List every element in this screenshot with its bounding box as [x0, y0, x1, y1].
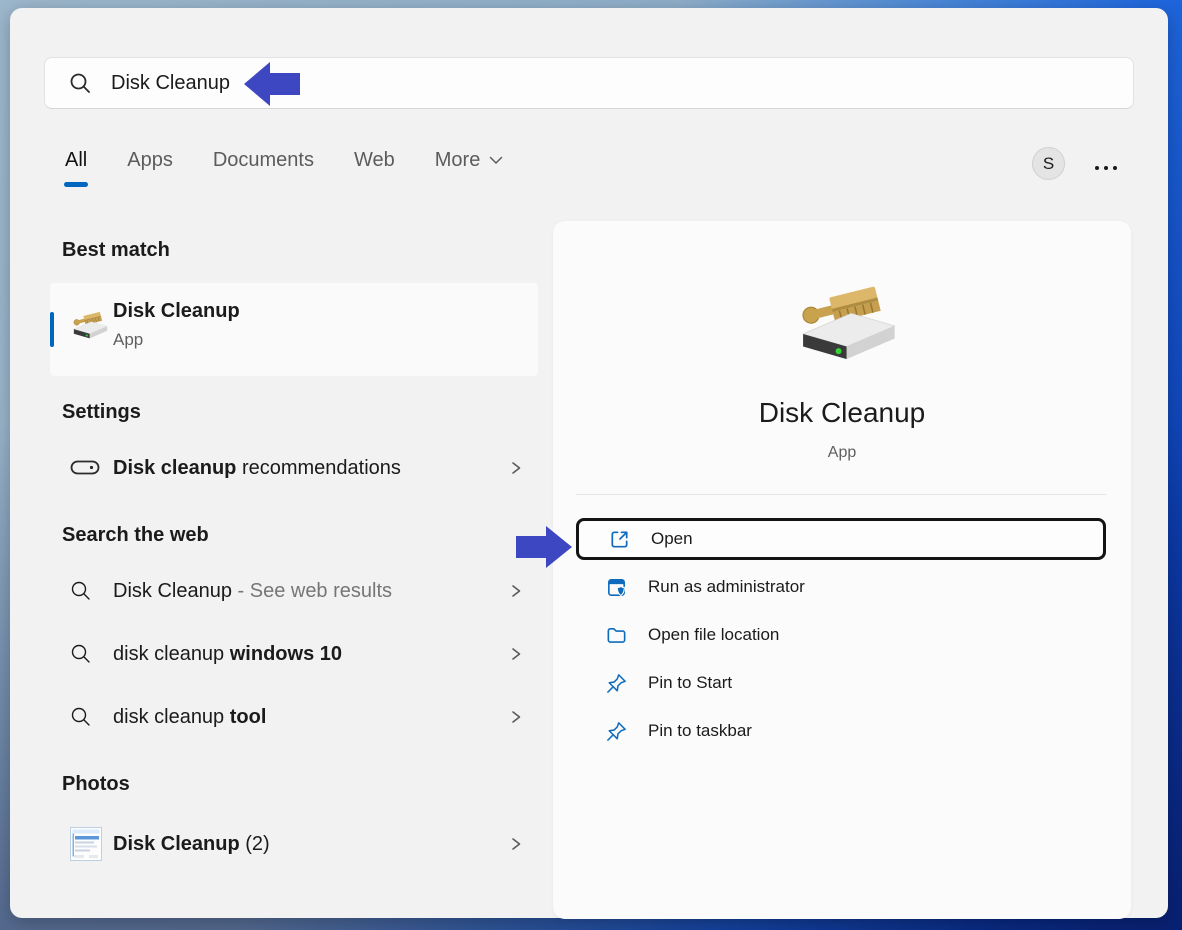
result-text: Disk Cleanup (2)	[113, 833, 270, 856]
photos-heading: Photos	[62, 773, 130, 796]
action-label: Run as administrator	[648, 577, 805, 597]
pin-icon	[605, 672, 648, 695]
action-open-file-location[interactable]: Open file location	[576, 614, 1106, 656]
divider	[576, 494, 1106, 495]
result-text: Disk cleanup recommendations	[113, 457, 401, 480]
disk-cleanup-app-icon-large	[787, 279, 897, 371]
result-text-muted: - See web results	[232, 580, 392, 602]
action-label: Open	[651, 529, 693, 549]
open-external-icon	[608, 528, 651, 551]
search-panel: All Apps Documents Web More S Best match	[10, 8, 1168, 918]
chevron-right-icon	[510, 584, 522, 598]
search-input[interactable]	[109, 71, 413, 96]
best-match-title: Disk Cleanup	[113, 300, 240, 323]
tab-more-label: More	[435, 149, 481, 172]
action-label: Pin to taskbar	[648, 721, 752, 741]
result-text-bold: Disk cleanup	[113, 457, 236, 479]
chevron-down-icon	[489, 156, 503, 165]
web-suggestion-windows-10[interactable]: disk cleanup windows 10	[50, 632, 538, 676]
result-preview-pane: Disk Cleanup App Open	[553, 221, 1131, 919]
result-text: disk cleanup windows 10	[113, 643, 342, 666]
action-list: Open Run as administrator	[576, 518, 1106, 758]
avatar-letter: S	[1043, 154, 1054, 174]
search-box[interactable]	[44, 57, 1134, 109]
settings-heading: Settings	[62, 401, 141, 424]
more-options-icon[interactable]	[1095, 166, 1117, 170]
action-label: Pin to Start	[648, 673, 732, 693]
tab-all[interactable]: All	[65, 149, 87, 187]
filter-tabs: All Apps Documents Web More	[65, 149, 503, 187]
best-match-subtitle: App	[113, 330, 143, 350]
result-text-bold: windows 10	[230, 643, 342, 665]
preview-title: Disk Cleanup	[553, 397, 1131, 429]
result-text-rest: recommendations	[236, 457, 401, 479]
chevron-right-icon	[510, 837, 522, 851]
web-suggestion-see-web-results[interactable]: Disk Cleanup - See web results	[50, 569, 538, 613]
action-open[interactable]: Open	[576, 518, 1106, 560]
result-text-lead: Disk Cleanup	[113, 580, 232, 602]
settings-result-disk-cleanup-recommendations[interactable]: Disk cleanup recommendations	[50, 446, 538, 490]
search-icon	[70, 706, 113, 728]
preview-subtitle: App	[553, 444, 1131, 462]
photo-thumbnail	[70, 827, 113, 861]
result-text-lead: disk cleanup	[113, 706, 230, 728]
account-avatar[interactable]: S	[1032, 147, 1065, 180]
web-suggestion-tool[interactable]: disk cleanup tool	[50, 695, 538, 739]
best-match-result[interactable]: Disk Cleanup App	[50, 283, 538, 376]
tab-more[interactable]: More	[435, 149, 504, 187]
action-label: Open file location	[648, 625, 779, 645]
action-run-as-administrator[interactable]: Run as administrator	[576, 566, 1106, 608]
result-text-bold: tool	[230, 706, 267, 728]
storage-drive-icon	[70, 460, 113, 476]
search-the-web-heading: Search the web	[62, 524, 209, 547]
tab-apps[interactable]: Apps	[127, 149, 173, 187]
pin-icon	[605, 720, 648, 743]
chevron-right-icon	[510, 710, 522, 724]
result-text: disk cleanup tool	[113, 706, 266, 729]
chevron-right-icon	[510, 647, 522, 661]
action-pin-to-taskbar[interactable]: Pin to taskbar	[576, 710, 1106, 752]
search-icon	[69, 72, 92, 95]
best-match-heading: Best match	[62, 239, 170, 262]
search-icon	[70, 580, 113, 602]
search-icon	[70, 643, 113, 665]
selection-accent-bar	[50, 312, 54, 347]
result-text: Disk Cleanup - See web results	[113, 580, 392, 603]
folder-icon	[605, 624, 648, 647]
result-text-bold: Disk Cleanup	[113, 833, 240, 855]
tab-web[interactable]: Web	[354, 149, 395, 187]
disk-cleanup-app-icon	[68, 309, 108, 346]
photos-result-disk-cleanup[interactable]: Disk Cleanup (2)	[50, 818, 538, 870]
result-text-rest: (2)	[240, 833, 270, 855]
tab-documents[interactable]: Documents	[213, 149, 314, 187]
windows-search-overlay: All Apps Documents Web More S Best match	[0, 0, 1182, 930]
result-text-lead: disk cleanup	[113, 643, 230, 665]
admin-shield-icon	[605, 576, 648, 599]
action-pin-to-start[interactable]: Pin to Start	[576, 662, 1106, 704]
chevron-right-icon	[510, 461, 522, 475]
